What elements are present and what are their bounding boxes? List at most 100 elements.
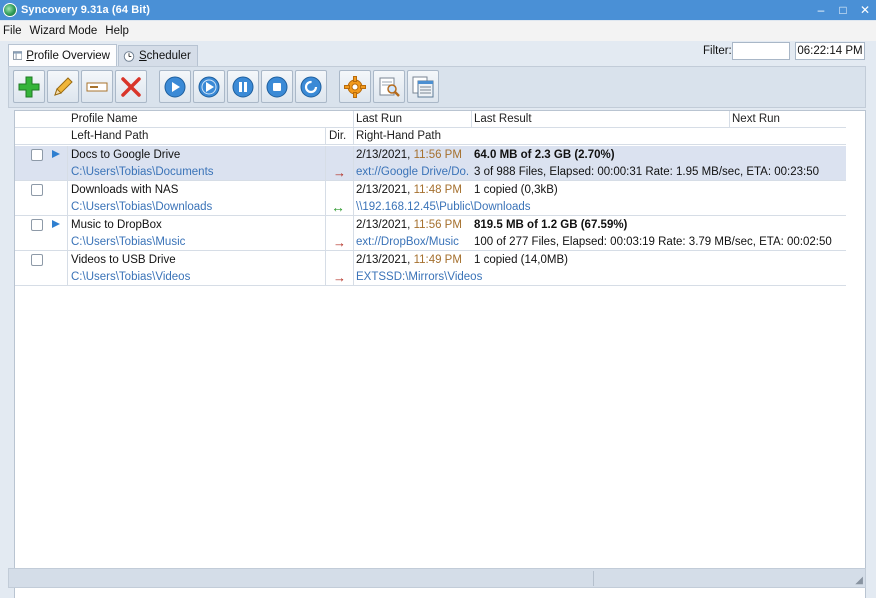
last-run-time: 11:48 PM (413, 184, 462, 196)
profile-enable-checkbox[interactable] (31, 219, 43, 231)
column-divider (353, 216, 354, 251)
rename-icon (86, 82, 108, 91)
profile-name: Downloads with NAS (71, 184, 179, 196)
column-divider (353, 146, 354, 181)
refresh-icon (300, 76, 322, 97)
log-search-button[interactable] (373, 70, 405, 103)
tab-profile-overview[interactable]: Profile Overview (8, 44, 117, 66)
column-divider (353, 181, 354, 216)
column-divider (325, 128, 326, 145)
clock-icon (123, 50, 135, 62)
program-settings-button[interactable] (339, 70, 371, 103)
result-detail: 3 of 988 Files, Elapsed: 00:00:31 Rate: … (474, 166, 819, 178)
window-controls: – □ ✕ (810, 0, 876, 20)
add-profile-button[interactable] (13, 70, 45, 103)
profile-row-downloads-with-nas[interactable]: Downloads with NAS C:\Users\Tobias\Downl… (15, 181, 846, 216)
minimize-button[interactable]: – (810, 0, 832, 20)
last-run-date-text: 2/13/2021, (356, 254, 411, 266)
edit-profile-button[interactable] (47, 70, 79, 103)
resize-grip-icon[interactable]: ◢ (855, 575, 863, 586)
column-divider (325, 216, 326, 251)
column-divider (67, 251, 68, 286)
running-indicator-icon (52, 220, 60, 228)
run-attended-button[interactable] (193, 70, 225, 103)
profile-list-grid: Profile Name Last Run Last Result Next R… (14, 110, 866, 598)
left-path: C:\Users\Tobias\Music (71, 236, 186, 248)
column-divider (471, 111, 472, 128)
column-divider (353, 128, 354, 145)
column-divider (353, 251, 354, 286)
col-header-profile-name[interactable]: Profile Name (71, 113, 137, 125)
clock-display: 06:22:14 PM (795, 42, 865, 60)
log-search-icon (379, 77, 400, 97)
direction-right-icon: → (333, 165, 346, 180)
tab-label-mnemonic: S (139, 50, 147, 62)
left-path: C:\Users\Tobias\Videos (71, 271, 191, 283)
last-result: 64.0 MB of 2.3 GB (2.70%) (474, 149, 615, 161)
settings-icon (344, 75, 366, 98)
last-run-date: 2/13/2021, 11:49 PM (356, 254, 462, 266)
menu-help[interactable]: Help (102, 25, 132, 37)
rename-profile-button[interactable] (81, 70, 113, 103)
col-header-last-result[interactable]: Last Result (474, 113, 532, 125)
column-divider (729, 111, 730, 128)
last-result: 819.5 MB of 1.2 GB (67.59%) (474, 219, 628, 231)
profile-row-music-to-dropbox[interactable]: Music to DropBox C:\Users\Tobias\Music →… (15, 216, 846, 251)
profile-enable-checkbox[interactable] (31, 184, 43, 196)
col-header-right-path[interactable]: Right-Hand Path (356, 130, 441, 142)
left-path: C:\Users\Tobias\Documents (71, 166, 214, 178)
col-header-last-run[interactable]: Last Run (356, 113, 402, 125)
toolbar (8, 66, 866, 108)
right-path: \\192.168.12.45\Public\Downloads (356, 201, 531, 213)
right-path: EXTSSD:\Mirrors\Videos (356, 271, 483, 283)
grid-header-row-1: Profile Name Last Run Last Result Next R… (15, 111, 846, 128)
pause-button[interactable] (227, 70, 259, 103)
tab-label-mnemonic: P (26, 49, 34, 62)
last-run-time: 11:49 PM (413, 254, 462, 266)
profile-row-videos-to-usb-drive[interactable]: Videos to USB Drive C:\Users\Tobias\Vide… (15, 251, 846, 286)
grid-header-row-2: Left-Hand Path Dir. Right-Hand Path (15, 128, 846, 145)
column-divider (67, 146, 68, 181)
refresh-button[interactable] (295, 70, 327, 103)
stop-button[interactable] (261, 70, 293, 103)
run-profile-button[interactable] (159, 70, 191, 103)
col-header-dir[interactable]: Dir. (329, 130, 346, 142)
last-run-date: 2/13/2021, 11:48 PM (356, 184, 462, 196)
last-run-time: 11:56 PM (413, 219, 462, 231)
filter-label: Filter: (703, 45, 732, 57)
last-run-time: 11:56 PM (413, 149, 462, 161)
profile-overview-icon (13, 51, 23, 60)
delete-icon (121, 76, 141, 97)
col-header-next-run[interactable]: Next Run (732, 113, 780, 125)
menu-wizard-mode[interactable]: Wizard Mode (27, 25, 101, 37)
menu-bar: File Wizard Mode Help (0, 21, 876, 41)
close-button[interactable]: ✕ (854, 0, 876, 20)
last-result: 1 copied (14,0MB) (474, 254, 568, 266)
main-area: Profile Overview Scheduler Filter: 06:22… (0, 41, 876, 598)
profile-enable-checkbox[interactable] (31, 149, 43, 161)
delete-profile-button[interactable] (115, 70, 147, 103)
title-bar: Syncovery 9.31a (64 Bit) – □ ✕ (0, 0, 876, 20)
maximize-button[interactable]: □ (832, 0, 854, 20)
log-list-icon (412, 76, 434, 97)
result-detail: 100 of 277 Files, Elapsed: 00:03:19 Rate… (474, 236, 832, 248)
filter-input[interactable] (732, 42, 790, 60)
last-run-date: 2/13/2021, 11:56 PM (356, 149, 462, 161)
stop-icon (266, 76, 288, 97)
profile-name: Docs to Google Drive (71, 149, 181, 161)
tab-scheduler[interactable]: Scheduler (118, 45, 198, 66)
syncovery-logo-icon (3, 3, 17, 17)
profile-name: Videos to USB Drive (71, 254, 176, 266)
tab-label: rofile Overview (33, 49, 110, 62)
profile-row-docs-to-google-drive[interactable]: Docs to Google Drive C:\Users\Tobias\Doc… (15, 146, 846, 181)
log-list-button[interactable] (407, 70, 439, 103)
col-header-left-path[interactable]: Left-Hand Path (71, 130, 148, 142)
direction-right-icon: → (333, 235, 346, 250)
direction-bidirectional-icon: ↔ (331, 199, 345, 215)
profile-enable-checkbox[interactable] (31, 254, 43, 266)
menu-file[interactable]: File (0, 25, 25, 37)
column-divider (325, 251, 326, 286)
direction-right-icon: → (333, 270, 346, 285)
add-icon (18, 76, 40, 97)
last-run-date-text: 2/13/2021, (356, 184, 411, 196)
